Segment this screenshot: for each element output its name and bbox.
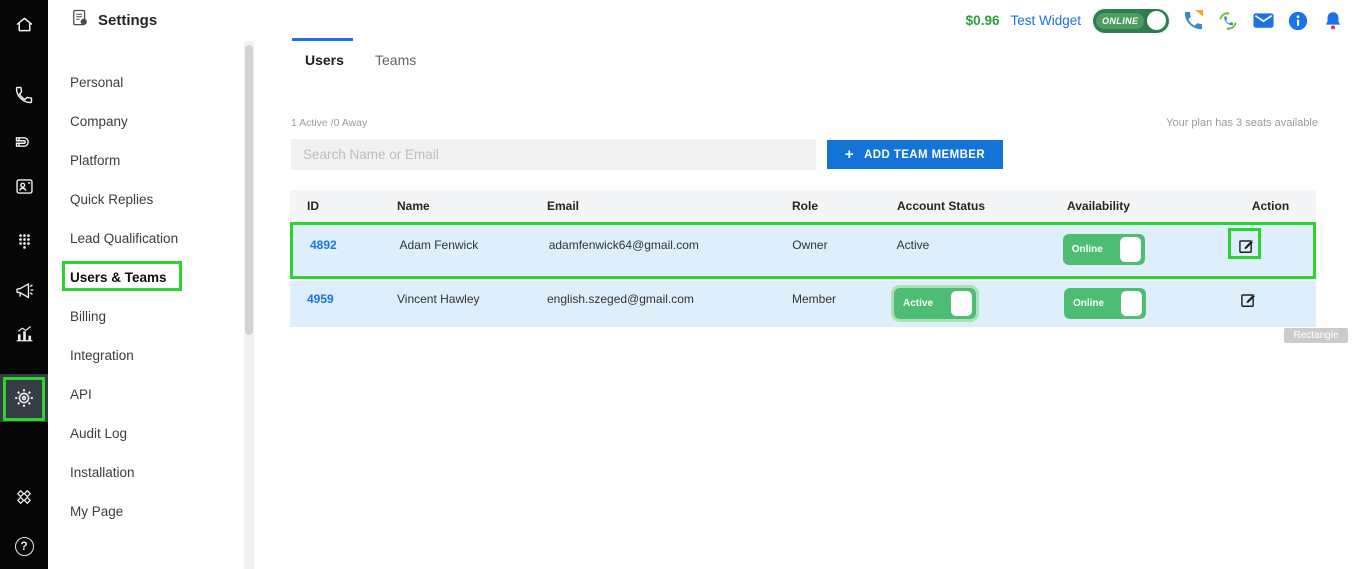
table-row: 4892 Adam Fenwick adamfenwick64@gmail.co… bbox=[290, 222, 1316, 279]
nav-item-quick-replies[interactable]: Quick Replies bbox=[48, 180, 244, 219]
settings-icon[interactable] bbox=[0, 378, 48, 418]
account-status-toggle-label: Active bbox=[903, 298, 933, 309]
toggle-knob bbox=[1147, 11, 1166, 30]
tab-teams[interactable]: Teams bbox=[375, 52, 416, 72]
settings-doc-icon bbox=[70, 8, 90, 33]
apps-icon[interactable] bbox=[0, 477, 48, 517]
availability-toggle-label: Online bbox=[1073, 298, 1104, 309]
campaigns-icon[interactable] bbox=[0, 270, 48, 310]
nav-item-users-teams[interactable]: Users & Teams bbox=[48, 258, 244, 297]
col-header-role: Role bbox=[775, 199, 880, 213]
online-status-label: ONLINE bbox=[1096, 13, 1144, 29]
page-title-group: Settings bbox=[70, 0, 157, 41]
magnet-icon[interactable] bbox=[0, 122, 48, 162]
nav-item-installation[interactable]: Installation bbox=[48, 453, 244, 492]
add-team-member-label: ADD TEAM MEMBER bbox=[864, 149, 985, 161]
toggle-knob bbox=[1120, 237, 1141, 262]
col-header-name: Name bbox=[380, 199, 530, 213]
search-input[interactable] bbox=[291, 139, 816, 170]
account-status-toggle[interactable]: Active bbox=[894, 288, 976, 319]
col-header-account-status: Account Status bbox=[880, 199, 1050, 213]
phone-icon[interactable] bbox=[1181, 9, 1205, 33]
users-table: ID Name Email Role Account Status Availa… bbox=[290, 190, 1316, 327]
active-tab-indicator bbox=[292, 38, 353, 41]
analytics-icon[interactable] bbox=[0, 313, 48, 353]
toggle-knob bbox=[1121, 291, 1142, 316]
page-title: Settings bbox=[98, 12, 157, 29]
user-name: Vincent Hawley bbox=[380, 288, 530, 306]
nav-item-my-page[interactable]: My Page bbox=[48, 492, 244, 531]
nav-item-billing[interactable]: Billing bbox=[48, 297, 244, 336]
nav-item-audit-log[interactable]: Audit Log bbox=[48, 414, 244, 453]
nav-item-personal[interactable]: Personal bbox=[48, 63, 244, 102]
tab-users[interactable]: Users bbox=[305, 52, 344, 72]
topbar-right-cluster: $0.96 Test Widget ONLINE bbox=[966, 0, 1345, 41]
contacts-icon[interactable] bbox=[0, 166, 48, 206]
edit-user-button[interactable] bbox=[1238, 290, 1260, 312]
nav-item-company[interactable]: Company bbox=[48, 102, 244, 141]
topbar: Settings $0.96 Test Widget ONLINE bbox=[48, 0, 1359, 41]
user-id-link[interactable]: 4892 bbox=[293, 234, 383, 252]
notifications-icon[interactable] bbox=[1321, 9, 1345, 33]
online-status-toggle[interactable]: ONLINE bbox=[1092, 8, 1170, 34]
nav-item-api[interactable]: API bbox=[48, 375, 244, 414]
user-name: Adam Fenwick bbox=[383, 234, 532, 252]
add-team-member-button[interactable]: + ADD TEAM MEMBER bbox=[827, 140, 1003, 169]
settings-nav: Personal Company Platform Quick Replies … bbox=[48, 41, 244, 569]
plus-icon: + bbox=[845, 146, 854, 163]
info-icon[interactable] bbox=[1286, 9, 1310, 33]
seats-available-note: Your plan has 3 seats available bbox=[1166, 117, 1318, 129]
col-header-email: Email bbox=[530, 199, 775, 213]
callback-icon[interactable] bbox=[1216, 9, 1240, 33]
availability-toggle[interactable]: Online bbox=[1064, 288, 1146, 319]
nav-item-platform[interactable]: Platform bbox=[48, 141, 244, 180]
agents-status-summary: 1 Active /0 Away bbox=[291, 117, 367, 129]
help-icon[interactable]: ? bbox=[0, 526, 48, 566]
user-id-link[interactable]: 4959 bbox=[290, 288, 380, 306]
help-glyph: ? bbox=[15, 537, 34, 556]
account-status-text: Active bbox=[880, 234, 1049, 252]
calls-icon[interactable] bbox=[0, 75, 48, 115]
rectangle-overlay-badge: Rectangle bbox=[1284, 328, 1348, 343]
home-icon[interactable] bbox=[0, 4, 48, 44]
availability-toggle[interactable]: Online bbox=[1063, 234, 1145, 265]
col-header-action: Action bbox=[1225, 199, 1316, 213]
dialpad-icon[interactable] bbox=[0, 221, 48, 261]
mail-icon[interactable] bbox=[1251, 9, 1275, 33]
user-email: english.szeged@gmail.com bbox=[530, 288, 775, 306]
table-header-row: ID Name Email Role Account Status Availa… bbox=[290, 190, 1316, 222]
col-header-availability: Availability bbox=[1050, 199, 1225, 213]
user-role: Owner bbox=[775, 234, 879, 252]
balance-amount: $0.96 bbox=[966, 13, 1000, 28]
scrollbar-thumb[interactable] bbox=[245, 45, 253, 335]
nav-item-integration[interactable]: Integration bbox=[48, 336, 244, 375]
availability-toggle-label: Online bbox=[1072, 244, 1103, 255]
user-role: Member bbox=[775, 288, 880, 306]
table-row: 4959 Vincent Hawley english.szeged@gmail… bbox=[290, 281, 1316, 327]
widget-name-link[interactable]: Test Widget bbox=[1010, 13, 1081, 28]
toggle-knob bbox=[951, 291, 972, 316]
nav-item-lead-qualification[interactable]: Lead Qualification bbox=[48, 219, 244, 258]
edit-user-button[interactable] bbox=[1236, 236, 1258, 258]
app-sidebar: ? bbox=[0, 0, 48, 569]
user-email: adamfenwick64@gmail.com bbox=[532, 234, 776, 252]
col-header-id: ID bbox=[290, 199, 380, 213]
